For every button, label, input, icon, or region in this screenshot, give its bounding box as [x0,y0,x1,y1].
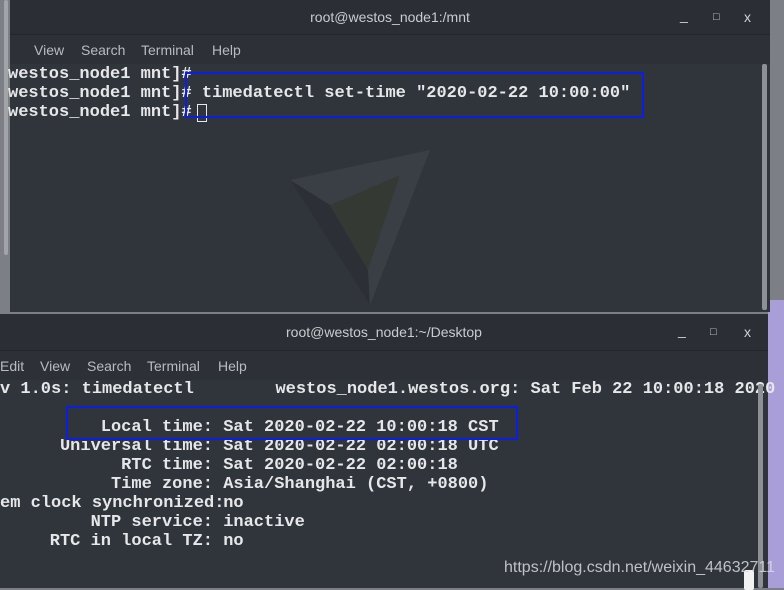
menu-search[interactable]: Search [81,35,125,65]
minimize-button[interactable]: _ [678,312,686,348]
close-button[interactable]: x [744,0,751,34]
menu-terminal[interactable]: Terminal [147,351,200,381]
terminal-line: westos_node1 mnt]# [8,103,202,122]
timedatectl-row: em clock synchronized: no [0,494,244,513]
menu-view[interactable]: View [34,35,64,65]
window-title: root@westos_node1:~/Desktop [286,324,482,340]
menu-bar: Edit View Search Terminal Help [0,350,768,381]
left-window-edge [4,0,8,255]
menu-bar: t View Search Terminal Help [4,34,770,65]
terminal-output[interactable]: v 1.0s: timedatectl westos_node1.westos.… [0,380,775,590]
scrollbar[interactable] [762,64,767,310]
menu-search[interactable]: Search [87,351,131,381]
watch-header: v 1.0s: timedatectl westos_node1.westos.… [0,380,776,399]
minimize-button[interactable]: _ [680,0,688,32]
terminal-line: westos_node1 mnt]# [8,65,192,84]
highlight-box [66,406,518,440]
desktop-background [768,300,784,588]
timedatectl-row: RTC in local TZ: no [49,532,244,551]
scrollbar[interactable] [758,384,763,588]
timedatectl-row: Time zone: Asia/Shanghai (CST, +0800) [110,475,489,494]
menu-view[interactable]: View [40,351,70,381]
highlight-box [185,72,644,118]
terminal-window-mnt: root@westos_node1:/mnt _ □ x t View Sear… [4,0,770,312]
close-button[interactable]: x [744,314,751,350]
timedatectl-row: NTP service: inactive [90,513,305,532]
title-bar[interactable]: root@westos_node1:/mnt _ □ x [10,0,770,34]
title-bar[interactable]: root@westos_node1:~/Desktop _ □ x [0,314,768,350]
menu-help[interactable]: Help [212,35,241,65]
terminal-window-desktop: root@westos_node1:~/Desktop _ □ x Edit V… [0,314,775,590]
terminal-output[interactable]: westos_node1 mnt]# westos_node1 mnt]# ti… [8,64,770,312]
timedatectl-row: RTC time: Sat 2020-02-22 02:00:18 [121,456,458,475]
menu-help[interactable]: Help [218,351,247,381]
maximize-button[interactable]: □ [710,314,717,350]
menu-terminal[interactable]: Terminal [141,35,194,65]
maximize-button[interactable]: □ [713,0,720,34]
watermark-url: https://blog.csdn.net/weixin_44632711 [504,559,776,576]
logo-watermark-icon [290,150,430,305]
window-title: root@westos_node1:/mnt [310,9,470,25]
menu-edit[interactable]: Edit [0,351,24,381]
